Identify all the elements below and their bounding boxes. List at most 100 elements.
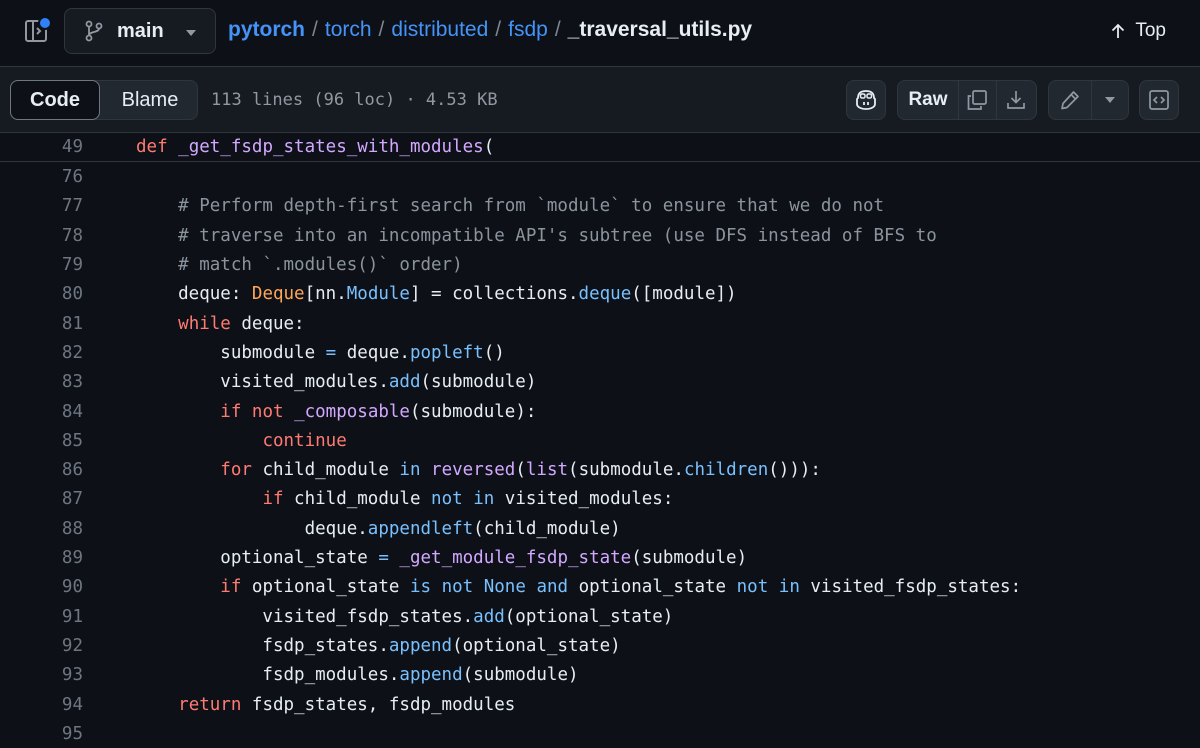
line-number[interactable]: 76 [0, 167, 83, 187]
line-number[interactable]: 77 [0, 196, 83, 216]
breadcrumb-separator: / [378, 18, 385, 41]
code-token: # Perform depth-first search from `modul… [136, 196, 885, 217]
code-line-content: if not _composable(submodule): [136, 402, 536, 422]
back-to-top-link[interactable]: Top [1109, 20, 1166, 42]
code-token: optional_state [241, 577, 410, 598]
line-number[interactable]: 49 [0, 137, 83, 157]
line-number[interactable]: 84 [0, 402, 83, 422]
code-token: list [525, 460, 569, 481]
code-token: _get_module_fsdp_state [399, 548, 632, 569]
line-number[interactable]: 80 [0, 284, 83, 304]
edit-button-group [1048, 80, 1129, 120]
code-line[interactable]: 90 if optional_state is not None and opt… [0, 573, 1200, 602]
code-line[interactable]: 86 for child_module in reversed(list(sub… [0, 456, 1200, 485]
code-line[interactable]: 83 visited_modules.add(submodule) [0, 368, 1200, 397]
raw-button[interactable]: Raw [898, 81, 959, 119]
pencil-icon [1061, 91, 1079, 110]
code-token: add [388, 372, 421, 393]
tab-blame[interactable]: Blame [103, 81, 197, 119]
code-token: ())): [768, 460, 821, 481]
symbols-panel-button[interactable] [1139, 80, 1179, 120]
line-number[interactable]: 82 [0, 343, 83, 363]
download-button[interactable] [996, 81, 1036, 119]
code-line-content: # Perform depth-first search from `modul… [136, 196, 884, 216]
code-line[interactable]: 81 while deque: [0, 309, 1200, 338]
chevron-down-icon [186, 30, 196, 36]
code-view[interactable]: 49 def _get_fsdp_states_with_modules( 76… [0, 133, 1200, 746]
code-token: _get_fsdp_states_with_modules [178, 137, 484, 158]
code-line[interactable]: 87 if child_module not in visited_module… [0, 485, 1200, 514]
line-number[interactable]: 91 [0, 607, 83, 627]
code-token: is [409, 577, 432, 598]
code-line[interactable]: 88 deque.appendleft(child_module) [0, 514, 1200, 543]
line-number[interactable]: 81 [0, 314, 83, 334]
git-branch-icon [85, 20, 103, 42]
code-token: (optional_state) [452, 635, 621, 656]
line-number[interactable]: 83 [0, 372, 83, 392]
breadcrumb-dir-link[interactable]: torch [325, 18, 372, 42]
edit-file-button[interactable] [1049, 81, 1092, 119]
code-line[interactable]: 89 optional_state = _get_module_fsdp_sta… [0, 543, 1200, 572]
edit-options-button[interactable] [1091, 81, 1128, 119]
code-token: if [220, 401, 242, 422]
line-number[interactable]: 78 [0, 226, 83, 246]
line-number[interactable]: 95 [0, 724, 83, 744]
code-token: deque. [336, 342, 410, 363]
line-number[interactable]: 86 [0, 460, 83, 480]
line-number[interactable]: 93 [0, 665, 83, 685]
sticky-scope-line[interactable]: 49 def _get_fsdp_states_with_modules( [0, 133, 1200, 163]
breadcrumb-repo-link[interactable]: pytorch [228, 18, 305, 42]
code-token: child_module [283, 489, 432, 510]
line-number[interactable]: 92 [0, 636, 83, 656]
code-line-content: continue [136, 431, 346, 451]
code-line[interactable]: 82 submodule = deque.popleft() [0, 338, 1200, 367]
breadcrumb-dir-link[interactable]: fsdp [508, 18, 548, 42]
code-token: not [736, 577, 769, 598]
code-line-content: visited_fsdp_states.add(optional_state) [136, 607, 673, 627]
code-token: in [473, 489, 495, 510]
code-line[interactable]: 84 if not _composable(submodule): [0, 397, 1200, 426]
copy-raw-button[interactable] [958, 81, 997, 119]
code-token: optional_state [568, 577, 737, 598]
code-line[interactable]: 92 fsdp_states.append(optional_state) [0, 631, 1200, 660]
code-token: = [378, 548, 389, 569]
code-line[interactable]: 85 continue [0, 426, 1200, 455]
line-number[interactable]: 94 [0, 695, 83, 715]
code-square-icon [1149, 90, 1169, 110]
line-number[interactable]: 89 [0, 548, 83, 568]
code-token: not [441, 577, 474, 598]
code-line[interactable]: 91 visited_fsdp_states.add(optional_stat… [0, 602, 1200, 631]
code-token: in [778, 577, 800, 598]
code-line[interactable]: 78 # traverse into an incompatible API's… [0, 221, 1200, 250]
code-token: appendleft [367, 518, 474, 539]
branch-selector-button[interactable]: main [64, 8, 216, 54]
file-name: _traversal_utils.py [567, 18, 753, 41]
tab-code[interactable]: Code [10, 80, 100, 120]
sidebar-expand-icon[interactable] [22, 16, 52, 46]
copilot-button[interactable] [846, 80, 886, 120]
breadcrumb-dir-link[interactable]: distributed [391, 18, 488, 42]
code-line[interactable]: 79 # match `.modules()` order) [0, 250, 1200, 279]
code-line-content: for child_module in reversed(list(submod… [136, 460, 821, 480]
code-token: add [473, 606, 505, 627]
code-token: # match `.modules()` order) [136, 255, 463, 276]
line-number[interactable]: 85 [0, 431, 83, 451]
code-line[interactable]: 95 [0, 719, 1200, 748]
code-token: ([module]) [631, 284, 737, 305]
code-line[interactable]: 93 fsdp_modules.append(submodule) [0, 661, 1200, 690]
code-line[interactable]: 94 return fsdp_states, fsdp_modules [0, 690, 1200, 719]
line-number[interactable]: 79 [0, 255, 83, 275]
code-line[interactable]: 76 [0, 163, 1200, 192]
line-number[interactable]: 88 [0, 519, 83, 539]
line-number[interactable]: 90 [0, 577, 83, 597]
code-line[interactable]: 80 deque: Deque[nn.Module] = collections… [0, 280, 1200, 309]
code-token: Module [346, 284, 410, 305]
line-number[interactable]: 87 [0, 489, 83, 509]
code-token: while [178, 313, 231, 334]
code-line[interactable]: 77 # Perform depth-first search from `mo… [0, 192, 1200, 221]
code-line-content: def _get_fsdp_states_with_modules( [136, 137, 494, 157]
